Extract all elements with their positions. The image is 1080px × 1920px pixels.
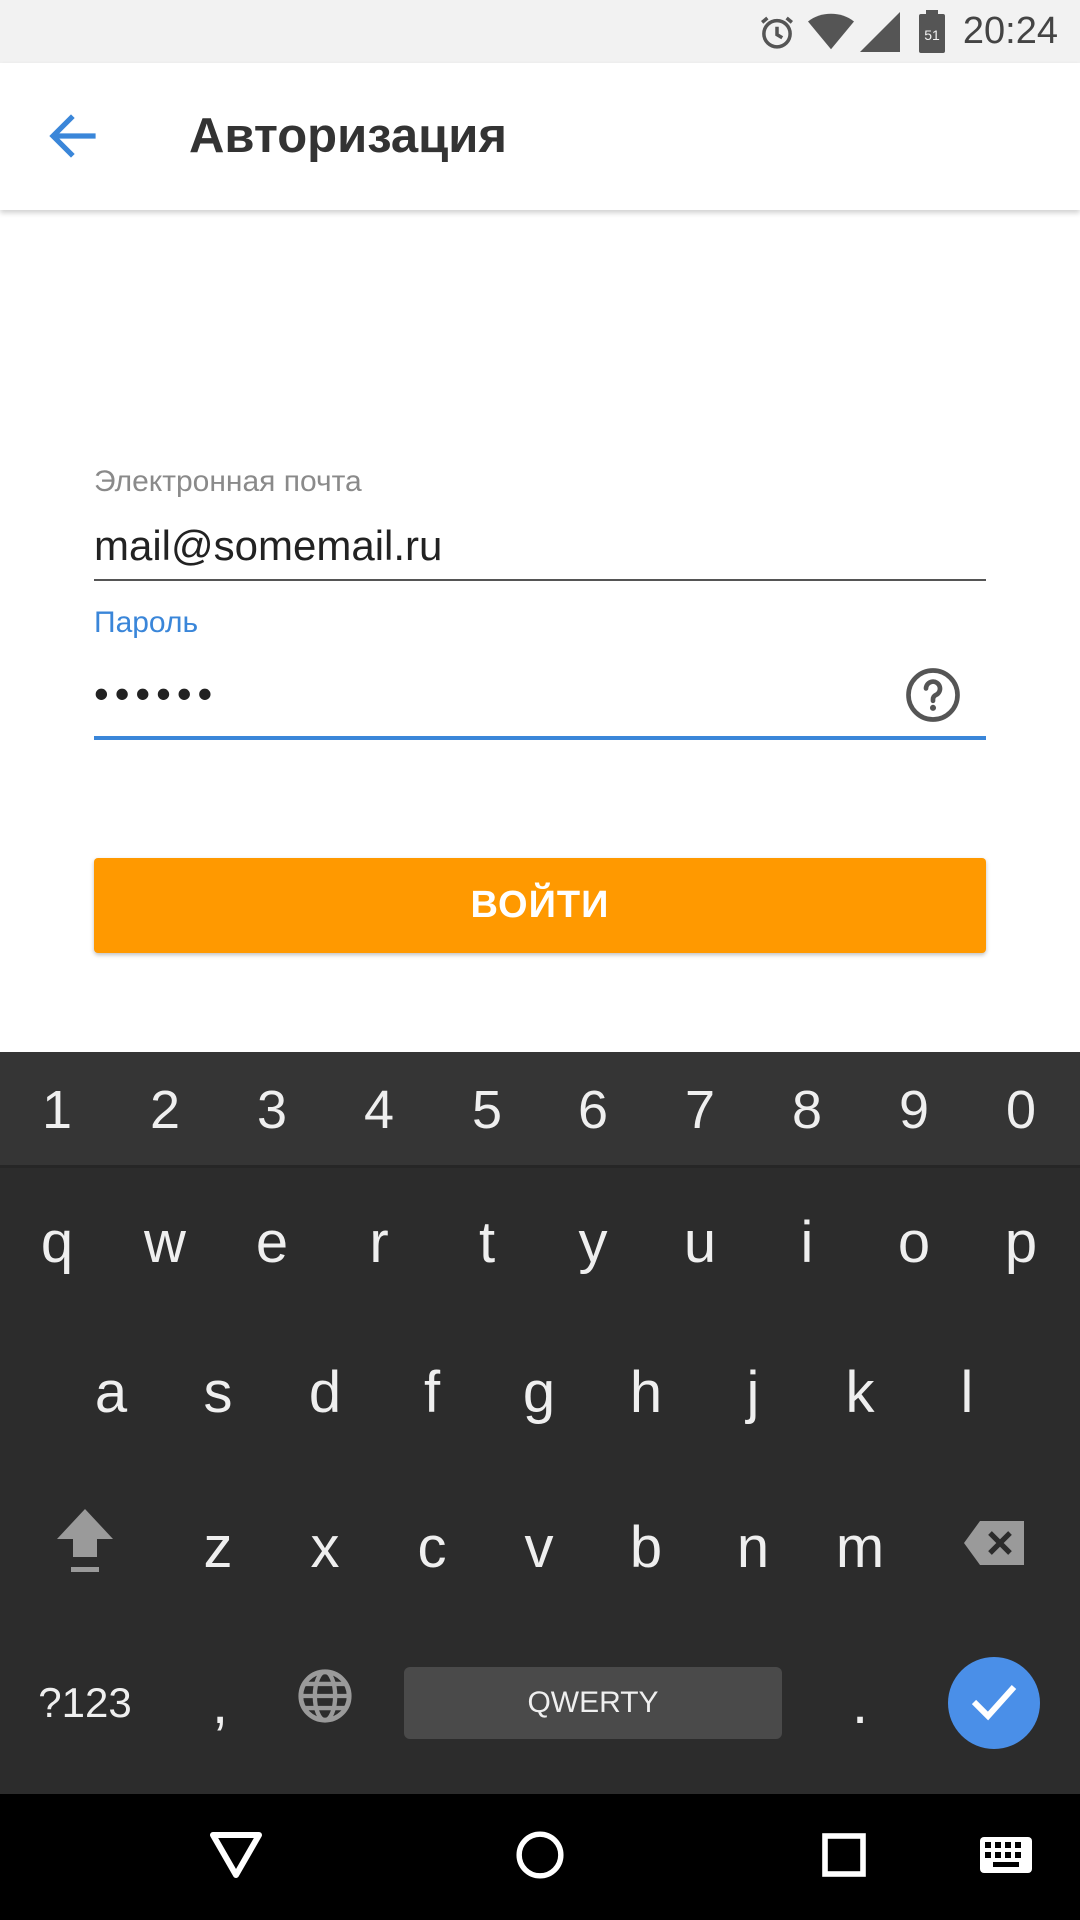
page-title: Авторизация [189, 109, 507, 163]
key-q[interactable]: q [12, 1192, 102, 1292]
soft-keyboard: 1 2 3 4 5 6 7 8 9 0 q w e r t y u i o p … [0, 1052, 1080, 1794]
key-p[interactable]: p [976, 1192, 1066, 1292]
globe-icon [296, 1667, 354, 1739]
period-key[interactable]: . [815, 1657, 905, 1749]
svg-text:51: 51 [924, 27, 940, 43]
nav-back-button[interactable] [196, 1794, 276, 1920]
backspace-key[interactable] [950, 1497, 1040, 1597]
key-w[interactable]: w [120, 1192, 210, 1292]
key-9[interactable]: 9 [869, 1052, 959, 1168]
email-field[interactable]: mail@somemail.ru [94, 522, 442, 570]
battery-icon: 51 [918, 0, 946, 63]
backspace-icon [962, 1514, 1028, 1581]
key-m[interactable]: m [815, 1497, 905, 1597]
key-u[interactable]: u [655, 1192, 745, 1292]
shift-icon [53, 1505, 117, 1589]
password-label: Пароль [94, 606, 199, 639]
email-underline [94, 579, 986, 581]
status-time: 20:24 [962, 10, 1058, 52]
check-icon [970, 1681, 1018, 1726]
login-button[interactable]: ВОЙТИ [94, 858, 986, 953]
key-3[interactable]: 3 [227, 1052, 317, 1168]
app-bar: Авторизация [0, 63, 1080, 210]
alarm-icon [756, 0, 798, 63]
home-circle-icon [515, 1830, 565, 1885]
arrow-back-icon [48, 113, 98, 163]
key-t[interactable]: t [442, 1192, 532, 1292]
language-key[interactable] [280, 1657, 370, 1749]
key-e[interactable]: e [227, 1192, 317, 1292]
key-j[interactable]: j [708, 1342, 798, 1442]
space-key[interactable]: QWERTY [404, 1667, 782, 1739]
back-triangle-icon [209, 1831, 263, 1884]
nav-home-button[interactable] [500, 1794, 580, 1920]
password-field[interactable]: •••••• [94, 670, 218, 718]
shift-key[interactable] [40, 1497, 130, 1597]
key-i[interactable]: i [762, 1192, 852, 1292]
navigation-bar [0, 1794, 1080, 1920]
key-c[interactable]: c [387, 1497, 477, 1597]
key-6[interactable]: 6 [548, 1052, 638, 1168]
key-2[interactable]: 2 [120, 1052, 210, 1168]
key-0[interactable]: 0 [976, 1052, 1066, 1168]
key-h[interactable]: h [601, 1342, 691, 1442]
key-8[interactable]: 8 [762, 1052, 852, 1168]
key-o[interactable]: o [869, 1192, 959, 1292]
nav-recents-button[interactable] [804, 1794, 884, 1920]
key-7[interactable]: 7 [655, 1052, 745, 1168]
nav-keyboard-button[interactable] [966, 1794, 1046, 1920]
keyboard-icon [979, 1836, 1033, 1879]
key-y[interactable]: y [548, 1192, 638, 1292]
key-f[interactable]: f [387, 1342, 477, 1442]
key-a[interactable]: a [66, 1342, 156, 1442]
enter-key[interactable] [948, 1657, 1040, 1749]
back-button[interactable] [36, 101, 110, 175]
key-k[interactable]: k [815, 1342, 905, 1442]
key-s[interactable]: s [173, 1342, 263, 1442]
key-b[interactable]: b [601, 1497, 691, 1597]
comma-key[interactable]: , [175, 1657, 265, 1749]
key-z[interactable]: z [173, 1497, 263, 1597]
recents-square-icon [822, 1832, 866, 1882]
symbols-key[interactable]: ?123 [20, 1657, 150, 1749]
key-r[interactable]: r [334, 1192, 424, 1292]
email-label: Электронная почта [94, 465, 362, 498]
key-l[interactable]: l [922, 1342, 1012, 1442]
key-5[interactable]: 5 [442, 1052, 532, 1168]
key-g[interactable]: g [494, 1342, 584, 1442]
password-underline [94, 736, 986, 740]
status-bar: 51 20:24 [0, 0, 1080, 63]
key-d[interactable]: d [280, 1342, 370, 1442]
key-4[interactable]: 4 [334, 1052, 424, 1168]
signal-icon [860, 0, 900, 63]
number-row: 1 2 3 4 5 6 7 8 9 0 [0, 1052, 1080, 1168]
key-1[interactable]: 1 [12, 1052, 102, 1168]
wifi-icon [808, 0, 854, 63]
key-x[interactable]: x [280, 1497, 370, 1597]
help-circle-icon[interactable] [904, 666, 962, 724]
key-v[interactable]: v [494, 1497, 584, 1597]
key-n[interactable]: n [708, 1497, 798, 1597]
